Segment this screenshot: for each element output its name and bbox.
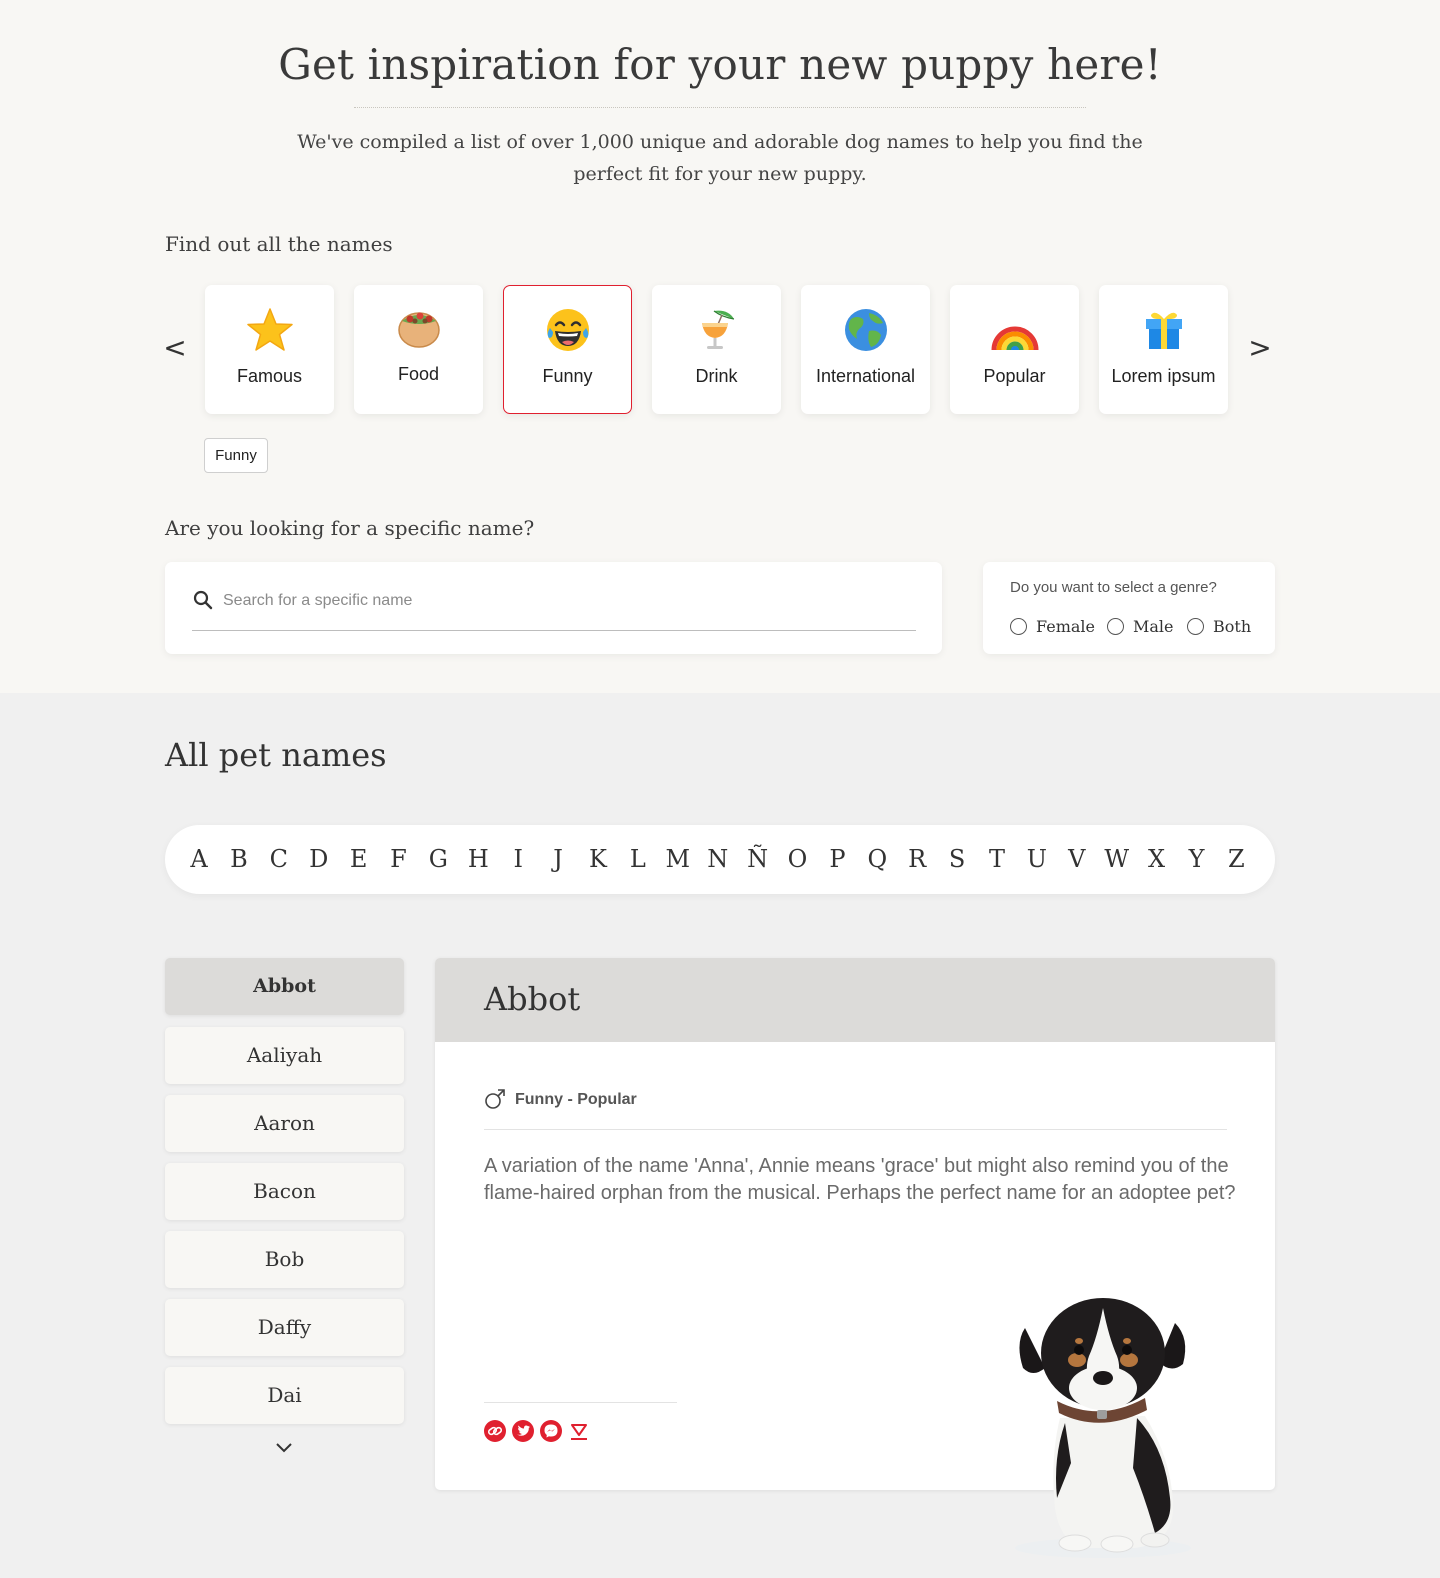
name-list-item[interactable]: Bob bbox=[165, 1231, 404, 1288]
letter-filter[interactable]: F bbox=[385, 844, 413, 874]
chevron-down-icon[interactable] bbox=[272, 1438, 296, 1458]
letter-filter[interactable]: B bbox=[225, 844, 253, 874]
category-label: Drink bbox=[695, 366, 738, 386]
letter-filter[interactable]: C bbox=[265, 844, 293, 874]
letter-filter[interactable]: L bbox=[624, 844, 652, 874]
genre-radio-both[interactable]: Both bbox=[1187, 617, 1251, 636]
category-label: Food bbox=[397, 364, 440, 384]
search-heading: Are you looking for a specific name? bbox=[165, 516, 535, 540]
category-card-funny[interactable]: Funny bbox=[503, 285, 632, 414]
category-label: Popular bbox=[983, 366, 1046, 386]
name-list-item[interactable]: Aaliyah bbox=[165, 1027, 404, 1084]
letter-filter[interactable]: N bbox=[704, 844, 732, 874]
name-description: A variation of the name 'Anna', Annie me… bbox=[484, 1155, 1236, 1204]
category-card-food[interactable]: Food bbox=[354, 285, 483, 414]
letter-filter[interactable]: M bbox=[664, 844, 692, 874]
globe-icon bbox=[802, 306, 929, 354]
category-card-popular[interactable]: Popular bbox=[950, 285, 1079, 414]
letter-filter[interactable]: I bbox=[504, 844, 532, 874]
title-divider bbox=[354, 107, 1086, 108]
genre-question: Do you want to select a genre? bbox=[1010, 579, 1217, 596]
letter-filter[interactable]: E bbox=[345, 844, 373, 874]
radio-circle[interactable] bbox=[1107, 618, 1124, 635]
hero-section: Get inspiration for your new puppy here!… bbox=[0, 0, 1440, 693]
name-tags: Funny - Popular bbox=[515, 1091, 637, 1108]
category-card-lorem-ipsum[interactable]: Lorem ipsum bbox=[1099, 285, 1228, 414]
name-list-item[interactable]: Dai bbox=[165, 1367, 404, 1424]
detail-name: Abbot bbox=[484, 980, 581, 1018]
male-icon bbox=[485, 1089, 505, 1109]
detail-header: Abbot bbox=[435, 958, 1275, 1042]
category-label: International bbox=[815, 366, 916, 386]
category-card-drink[interactable]: Drink bbox=[652, 285, 781, 414]
letter-filter[interactable]: K bbox=[584, 844, 612, 874]
selected-category-chip[interactable]: Funny bbox=[204, 438, 268, 473]
alphabet-filter: ABCDEFGHIJKLMNÑOPQRSTUVWXYZ bbox=[165, 825, 1275, 894]
letter-filter[interactable]: Q bbox=[863, 844, 891, 874]
name-list-item[interactable]: Aaron bbox=[165, 1095, 404, 1152]
laughing-face-icon bbox=[504, 306, 631, 354]
name-list-item[interactable]: Bacon bbox=[165, 1163, 404, 1220]
star-icon bbox=[206, 306, 333, 354]
letter-filter[interactable]: G bbox=[424, 844, 452, 874]
search-underline bbox=[192, 630, 916, 631]
burrito-icon bbox=[355, 304, 482, 352]
category-label: Famous bbox=[236, 366, 303, 386]
letter-filter[interactable]: X bbox=[1143, 844, 1171, 874]
category-card-famous[interactable]: Famous bbox=[205, 285, 334, 414]
category-label: Funny bbox=[542, 366, 593, 386]
messenger-icon[interactable] bbox=[540, 1420, 562, 1442]
pocket-icon[interactable] bbox=[568, 1420, 590, 1442]
rainbow-icon bbox=[951, 306, 1078, 354]
radio-label: Male bbox=[1133, 617, 1174, 636]
carousel-next-button[interactable]: > bbox=[1248, 333, 1272, 363]
category-label: Lorem ipsum bbox=[1111, 366, 1216, 386]
category-card-international[interactable]: International bbox=[801, 285, 930, 414]
letter-filter[interactable]: O bbox=[784, 844, 812, 874]
letter-filter[interactable]: J bbox=[544, 844, 572, 874]
letter-filter[interactable]: W bbox=[1103, 844, 1131, 874]
letter-filter[interactable]: S bbox=[943, 844, 971, 874]
search-icon bbox=[193, 590, 213, 610]
genre-radio-male[interactable]: Male bbox=[1107, 617, 1174, 636]
letter-filter[interactable]: P bbox=[823, 844, 851, 874]
pet-names-heading: All pet names bbox=[165, 736, 387, 774]
letter-filter[interactable]: H bbox=[464, 844, 492, 874]
tropical-drink-icon bbox=[653, 306, 780, 354]
categories-heading: Find out all the names bbox=[165, 232, 393, 256]
twitter-icon[interactable] bbox=[512, 1420, 534, 1442]
name-list-item[interactable]: Daffy bbox=[165, 1299, 404, 1356]
link-icon[interactable] bbox=[484, 1420, 506, 1442]
gift-icon bbox=[1100, 306, 1227, 354]
letter-filter[interactable]: A bbox=[185, 844, 213, 874]
letter-filter[interactable]: T bbox=[983, 844, 1011, 874]
detail-divider bbox=[484, 1129, 1227, 1130]
name-list-item[interactable]: Abbot bbox=[165, 958, 404, 1015]
puppy-image bbox=[1015, 1298, 1191, 1558]
letter-filter[interactable]: Y bbox=[1183, 844, 1211, 874]
letter-filter[interactable]: V bbox=[1063, 844, 1091, 874]
radio-circle[interactable] bbox=[1010, 618, 1027, 635]
letter-filter[interactable]: D bbox=[305, 844, 333, 874]
letter-filter[interactable]: Z bbox=[1222, 844, 1250, 874]
page-subtitle: We've compiled a list of over 1,000 uniq… bbox=[297, 131, 1143, 185]
carousel-prev-button[interactable]: < bbox=[163, 333, 187, 363]
letter-filter[interactable]: R bbox=[903, 844, 931, 874]
radio-circle[interactable] bbox=[1187, 618, 1204, 635]
share-divider bbox=[484, 1402, 677, 1403]
genre-radio-female[interactable]: Female bbox=[1010, 617, 1095, 636]
page-title: Get inspiration for your new puppy here! bbox=[278, 40, 1162, 89]
name-detail-card: Abbot Funny - Popular A variation of the… bbox=[435, 958, 1275, 1558]
radio-label: Female bbox=[1036, 617, 1095, 636]
letter-filter[interactable]: U bbox=[1023, 844, 1051, 874]
search-input[interactable] bbox=[223, 588, 903, 614]
letter-filter[interactable]: Ñ bbox=[744, 844, 772, 874]
radio-label: Both bbox=[1213, 617, 1252, 636]
genre-selector: Do you want to select a genre? Female Ma… bbox=[983, 562, 1275, 654]
search-box bbox=[165, 562, 942, 654]
